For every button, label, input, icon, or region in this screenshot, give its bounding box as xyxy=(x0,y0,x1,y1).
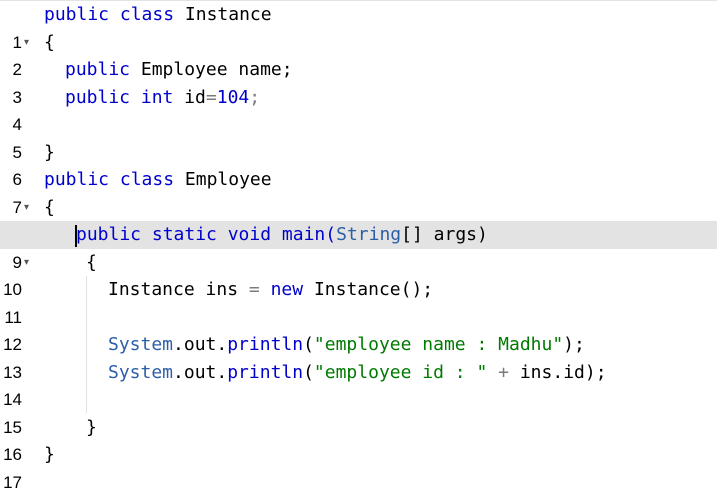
operator-token: = xyxy=(205,86,217,108)
string-token: "employee name : Madhu" xyxy=(313,334,564,355)
keyword-token: public class xyxy=(44,4,175,25)
text-cursor xyxy=(75,225,77,247)
code-content: System.out.println("employee name : Madh… xyxy=(108,331,585,359)
brace-token: { xyxy=(44,196,55,218)
code-line-11[interactable]: 11 Instance ins = new Instance(); xyxy=(0,276,717,327)
keyword-token: public xyxy=(65,59,131,80)
brace-token: } xyxy=(44,141,55,163)
code-token: .out. xyxy=(173,334,228,355)
operator-token: + xyxy=(498,361,509,383)
brace-token: { xyxy=(44,31,55,53)
code-line-5[interactable]: 5 xyxy=(0,111,717,162)
operator-token: = xyxy=(248,279,260,300)
class-name-token: Instance xyxy=(184,4,272,25)
code-line-16[interactable]: 16 } xyxy=(0,414,717,465)
string-token: "employee id : " xyxy=(313,361,488,383)
code-content: public static void main(String[] args) xyxy=(76,221,488,249)
type-token: System xyxy=(108,361,174,383)
chevron-down-icon[interactable]: ▾ xyxy=(24,29,29,57)
code-line-14[interactable]: 14 System.out.println("employee id : " +… xyxy=(0,359,717,410)
code-editor[interactable]: 1 public class Instance 2 ▾ { 3 public E… xyxy=(0,0,717,491)
indent-guide xyxy=(86,276,87,413)
code-content: { xyxy=(44,194,55,222)
code-line-6[interactable]: 6 } xyxy=(0,139,717,190)
code-line-8[interactable]: 8 ▾ { xyxy=(0,194,717,245)
method-token: println xyxy=(227,334,304,355)
code-token: ); xyxy=(563,334,585,355)
chevron-down-icon[interactable]: ▾ xyxy=(24,194,29,222)
keyword-token: public int xyxy=(65,86,174,108)
code-line-9-active[interactable]: 9 public static void main(String[] args) xyxy=(0,221,717,272)
code-content: public Employee name; xyxy=(65,56,293,84)
code-line-10[interactable]: 10 ▾ { xyxy=(0,249,717,300)
keyword-token: new xyxy=(270,279,304,300)
operator-token: ; xyxy=(249,86,261,108)
code-line-12[interactable]: 12 xyxy=(0,304,717,354)
code-content: public class Instance xyxy=(44,1,272,29)
type-token: System xyxy=(108,334,174,355)
brace-token: { xyxy=(86,251,97,273)
class-name-token: Employee xyxy=(184,169,272,190)
code-token: ins.id); xyxy=(519,361,607,383)
code-line-3[interactable]: 3 public Employee name; xyxy=(0,56,717,107)
code-token: [] args) xyxy=(401,224,488,245)
code-line-1[interactable]: 1 public class Instance xyxy=(0,1,717,52)
method-token: main( xyxy=(281,224,337,245)
code-content: { xyxy=(44,29,55,57)
code-token: ( xyxy=(303,334,314,355)
keyword-token: public class xyxy=(44,169,175,190)
code-token: Employee name; xyxy=(140,59,293,80)
code-token: id xyxy=(184,86,206,108)
code-content: } xyxy=(44,441,55,469)
code-token: ( xyxy=(303,361,314,383)
code-content: Instance ins = new Instance(); xyxy=(108,276,433,304)
code-line-13[interactable]: 13 System.out.println("employee name : M… xyxy=(0,331,717,382)
method-token: println xyxy=(227,361,304,383)
number-token: 104 xyxy=(216,86,250,108)
type-token: String xyxy=(336,224,402,245)
brace-token: } xyxy=(86,416,97,438)
code-content: } xyxy=(86,414,97,442)
code-token: Instance(); xyxy=(313,279,434,300)
code-line-17[interactable]: 17 } xyxy=(0,441,717,491)
code-content: public int id=104; xyxy=(65,84,260,112)
code-token: Instance ins xyxy=(108,279,239,300)
code-line-2[interactable]: 2 ▾ { xyxy=(0,29,717,80)
chevron-down-icon[interactable]: ▾ xyxy=(24,249,29,277)
code-content: System.out.println("employee id : " + in… xyxy=(108,359,607,387)
code-content: { xyxy=(86,249,97,277)
code-line-4[interactable]: 4 public int id=104; xyxy=(0,84,717,135)
keyword-token: public static void xyxy=(76,224,272,245)
code-content: } xyxy=(44,139,55,167)
line-number: 17 xyxy=(3,472,22,491)
code-line-15[interactable]: 15 xyxy=(0,386,717,437)
brace-token: } xyxy=(44,444,55,465)
code-line-7[interactable]: 7 public class Employee xyxy=(0,166,717,217)
code-token: .out. xyxy=(173,361,228,383)
code-content: public class Employee xyxy=(44,166,272,194)
